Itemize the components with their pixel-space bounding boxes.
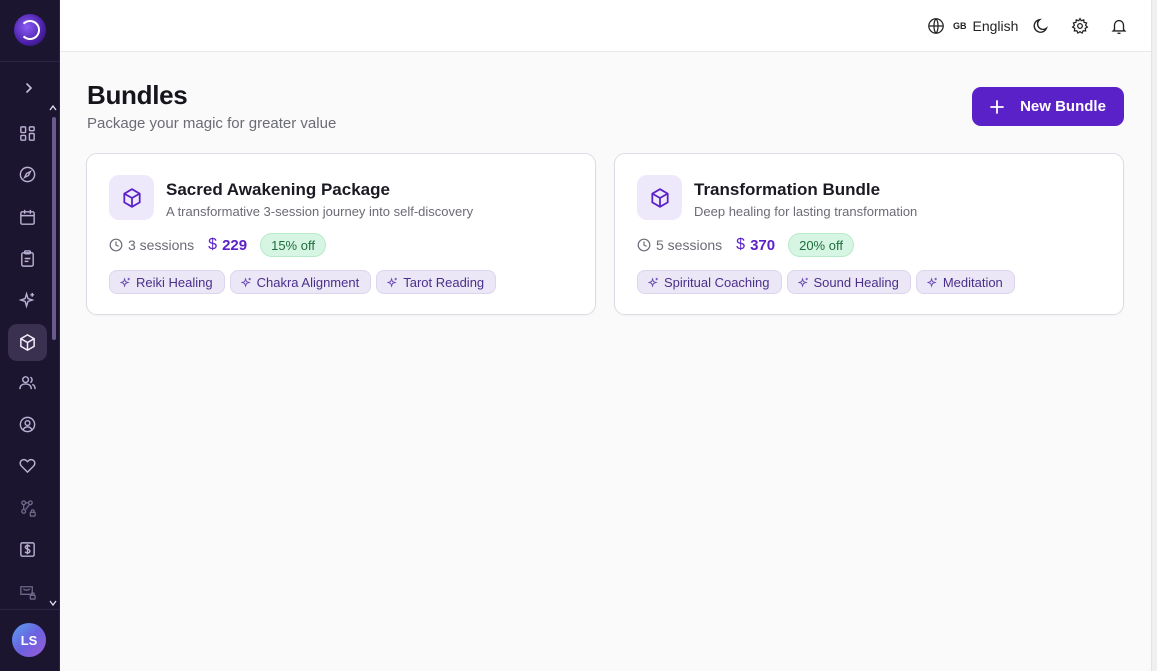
service-tag: Spiritual Coaching <box>637 270 782 294</box>
service-tag-label: Meditation <box>942 274 1003 290</box>
language-label: English <box>972 18 1019 34</box>
bundle-meta: 3 sessions $ 229 15% off <box>109 233 326 257</box>
workflow-locked-icon <box>21 500 36 517</box>
page-subtitle: Package your magic for greater value <box>87 115 337 132</box>
language-selector[interactable]: GB English <box>927 15 1018 37</box>
sidebar-item-workflows-locked[interactable] <box>8 490 47 527</box>
bell-icon <box>1111 19 1127 35</box>
bundle-title: Transformation Bundle <box>694 180 881 199</box>
sparkles-icon <box>18 291 35 309</box>
bundle-tags: Reiki Healing Chakra Alignment Tarot Rea… <box>109 270 497 294</box>
dashboard-icon <box>20 126 35 141</box>
bundle-card[interactable]: Transformation Bundle Deep healing for l… <box>614 153 1124 315</box>
bundle-price: $ 229 <box>208 236 247 254</box>
service-tag-label: Tarot Reading <box>403 274 485 290</box>
sidebar-item-dashboard[interactable] <box>8 115 47 152</box>
service-tag: Chakra Alignment <box>229 270 372 294</box>
sparkles-icon <box>797 276 808 288</box>
shopping-bag-locked-icon <box>20 586 36 600</box>
top-bar: GB English <box>60 0 1157 52</box>
bundle-sessions: 3 sessions <box>109 237 194 253</box>
notifications-button[interactable] <box>1108 15 1130 37</box>
sidebar-item-favorites[interactable] <box>8 447 47 484</box>
chevron-up-icon[interactable] <box>48 103 58 113</box>
sidebar-item-explore[interactable] <box>8 156 47 193</box>
calendar-icon <box>20 209 35 225</box>
service-tag: Tarot Reading <box>376 270 497 294</box>
dollar-icon: $ <box>208 236 218 253</box>
bundle-sessions-text: 3 sessions <box>128 237 195 253</box>
globe-icon <box>928 18 944 34</box>
bundle-description: A transformative 3-session journey into … <box>166 204 474 219</box>
sidebar-divider <box>0 61 60 62</box>
clock-icon <box>109 238 123 252</box>
bundle-price-value: 229 <box>222 236 248 254</box>
sidebar-item-services[interactable] <box>8 282 47 319</box>
service-tag-label: Chakra Alignment <box>256 274 360 290</box>
bundle-sessions-text: 5 sessions <box>656 237 723 253</box>
chevron-down-icon[interactable] <box>48 598 58 608</box>
package-icon <box>109 175 154 220</box>
service-tag-label: Spiritual Coaching <box>664 274 770 290</box>
language-flag: GB <box>953 21 967 31</box>
sidebar-item-tasks[interactable] <box>8 240 47 277</box>
service-tag-label: Sound Healing <box>813 274 899 290</box>
user-circle-icon <box>19 416 36 433</box>
new-bundle-label: New Bundle <box>1020 98 1106 115</box>
clipboard-icon <box>21 250 34 267</box>
heart-icon <box>19 458 36 474</box>
chevron-right-icon[interactable] <box>18 77 40 99</box>
new-bundle-button[interactable]: New Bundle <box>972 87 1124 126</box>
sidebar-item-bundles[interactable] <box>8 324 47 361</box>
app-logo[interactable] <box>14 14 46 46</box>
service-tag: Meditation <box>915 270 1015 294</box>
sidebar-scrollbar[interactable] <box>52 117 56 340</box>
bundle-title: Sacred Awakening Package <box>166 180 390 199</box>
service-tag: Reiki Healing <box>109 270 225 294</box>
bundle-meta: 5 sessions $ 370 20% off <box>637 233 854 257</box>
service-tag-label: Reiki Healing <box>136 274 213 290</box>
sparkles-icon <box>240 276 251 288</box>
bundle-card[interactable]: Sacred Awakening Package A transformativ… <box>86 153 596 315</box>
service-tag: Sound Healing <box>786 270 911 294</box>
sparkles-icon <box>648 276 658 288</box>
sparkles-icon <box>926 276 937 288</box>
package-icon <box>637 175 682 220</box>
sidebar-item-clients[interactable] <box>8 364 47 401</box>
dollar-icon: $ <box>736 236 746 253</box>
settings-button[interactable] <box>1069 15 1091 37</box>
sidebar: LS <box>0 0 60 671</box>
package-icon <box>20 334 35 351</box>
bundle-price: $ 370 <box>736 236 775 254</box>
users-icon <box>19 376 36 390</box>
compass-icon <box>19 166 36 183</box>
bundle-description: Deep healing for lasting transformation <box>694 204 918 219</box>
page-title: Bundles <box>87 80 188 110</box>
dark-mode-toggle[interactable] <box>1030 15 1052 37</box>
moon-icon <box>1033 18 1048 33</box>
sidebar-item-shop-locked[interactable] <box>8 573 47 610</box>
sidebar-item-billing[interactable] <box>8 531 47 568</box>
dollar-file-icon <box>20 542 35 557</box>
bundle-price-value: 370 <box>750 236 776 254</box>
plus-icon <box>990 99 1004 114</box>
gear-icon <box>1071 17 1089 35</box>
sidebar-item-profile[interactable] <box>8 406 47 443</box>
page-scrollbar[interactable] <box>1151 0 1157 671</box>
sidebar-divider-bottom <box>0 609 60 610</box>
bundle-tags: Spiritual Coaching Sound Healing Meditat… <box>637 270 1015 294</box>
discount-badge: 20% off <box>788 233 854 257</box>
sparkles-icon <box>120 276 130 288</box>
sidebar-item-calendar[interactable] <box>8 199 47 236</box>
bundle-sessions: 5 sessions <box>637 237 722 253</box>
user-avatar[interactable]: LS <box>12 623 46 657</box>
sparkles-icon <box>387 276 398 288</box>
clock-icon <box>637 238 651 252</box>
discount-badge: 15% off <box>260 233 326 257</box>
